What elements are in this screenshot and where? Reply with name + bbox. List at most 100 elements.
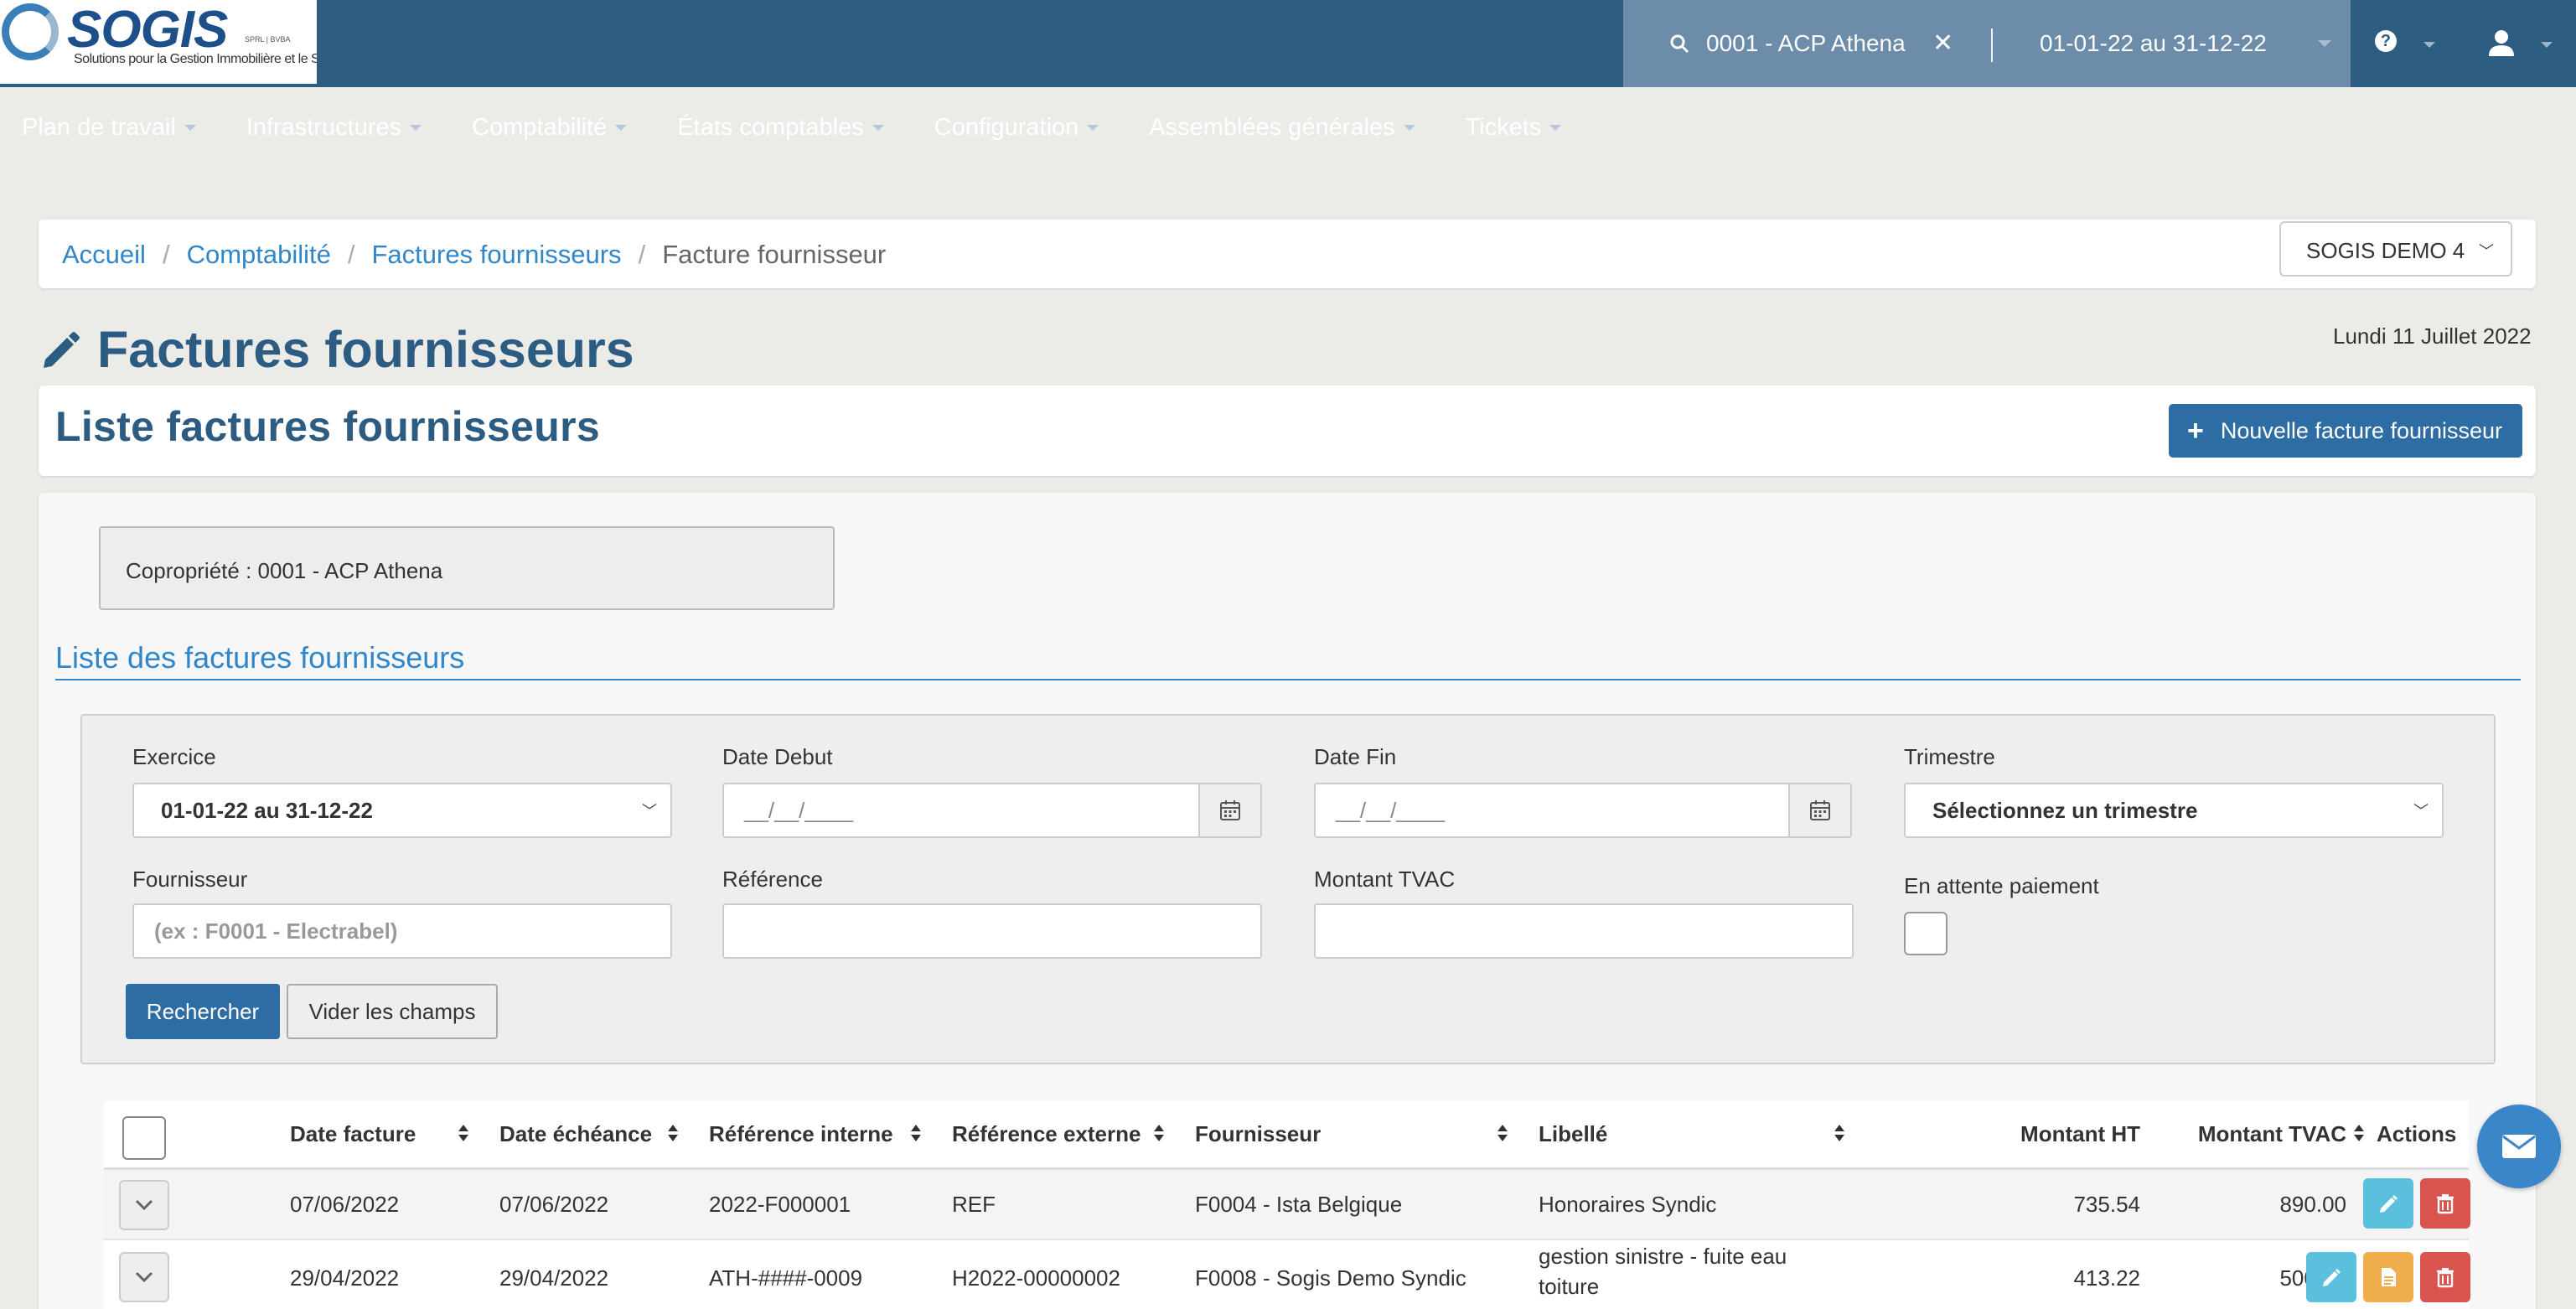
chevron-down-icon: ﹀	[642, 803, 657, 820]
chevron-down-icon	[1549, 124, 1562, 131]
plus-icon: +	[2187, 414, 2204, 447]
list-header-card: Liste factures fournisseurs + Nouvelle f…	[39, 385, 2536, 476]
new-invoice-label: Nouvelle facture fournisseur	[2220, 417, 2503, 443]
breadcrumb-factures-fournisseurs[interactable]: Factures fournisseurs	[372, 240, 622, 270]
nav-tickets[interactable]: Tickets	[1466, 102, 1562, 153]
col-libelle[interactable]: Libellé	[1539, 1121, 1607, 1147]
chevron-down-icon	[135, 1271, 153, 1283]
fournisseur-input[interactable]: (ex : F0001 - Electrabel)	[132, 903, 672, 959]
date-debut-input[interactable]: __/__/____	[722, 783, 1202, 838]
sort-icon[interactable]	[458, 1123, 469, 1143]
chevron-down-icon[interactable]	[2318, 40, 2331, 47]
trash-icon	[2437, 1194, 2454, 1214]
cell-date-echeance: 07/06/2022	[499, 1192, 609, 1217]
chevron-down-icon	[410, 124, 422, 131]
help-icon[interactable]: ?	[2375, 30, 2397, 52]
cell-ref-externe: H2022-00000002	[952, 1265, 1120, 1291]
chevron-down-icon	[1087, 124, 1099, 131]
exercice-select[interactable]: 01-01-22 au 31-12-22 ﹀	[132, 783, 672, 838]
breadcrumb: Accueil / Comptabilité / Factures fourni…	[39, 220, 2536, 288]
table-row[interactable]: 07/06/2022 07/06/2022 2022-F000001 REF F…	[104, 1170, 2470, 1240]
breadcrumb-accueil[interactable]: Accueil	[62, 240, 146, 270]
top-header: SOGIS SPRL | BVBA Solutions pour la Gest…	[0, 0, 2576, 141]
chevron-down-icon	[135, 1199, 153, 1211]
edit-button[interactable]	[2363, 1178, 2413, 1229]
trimestre-label: Trimestre	[1904, 744, 1995, 769]
date-fin-input[interactable]: __/__/____	[1314, 783, 1793, 838]
edit-button[interactable]	[2306, 1252, 2356, 1302]
user-icon[interactable]	[2487, 28, 2516, 57]
search-button[interactable]: Rechercher	[126, 984, 280, 1039]
date-debut-calendar-button[interactable]	[1198, 783, 1262, 838]
page-title: Factures fournisseurs	[97, 321, 634, 378]
section-divider	[55, 679, 2521, 680]
copropriete-selector[interactable]: 0001 - ACP Athena	[1706, 30, 1906, 57]
search-icon[interactable]	[1669, 34, 1689, 54]
cell-ref-externe: REF	[952, 1192, 996, 1217]
date-debut-label: Date Debut	[722, 744, 833, 769]
context-divider	[1991, 28, 1993, 62]
chevron-down-icon: ﹀	[2479, 243, 2494, 260]
chevron-down-icon[interactable]	[2541, 42, 2553, 48]
trash-icon	[2437, 1268, 2454, 1288]
date-fin-calendar-button[interactable]	[1788, 783, 1852, 838]
chevron-down-icon	[615, 124, 628, 131]
clear-fields-button[interactable]: Vider les champs	[287, 984, 498, 1039]
trimestre-select[interactable]: Sélectionnez un trimestre ﹀	[1904, 783, 2444, 838]
cell-libelle-line2: toiture	[1539, 1274, 1600, 1299]
sort-icon[interactable]	[1497, 1123, 1508, 1143]
main-nav: Plan de travail Infrastructures Comptabi…	[0, 102, 1590, 153]
montant-tvac-input[interactable]	[1314, 903, 1854, 959]
chevron-down-icon[interactable]	[2423, 42, 2435, 48]
reference-input[interactable]	[722, 903, 1262, 959]
envelope-icon	[2502, 1135, 2536, 1158]
chevron-down-icon: ﹀	[2413, 803, 2429, 820]
expand-row-button[interactable]	[119, 1252, 169, 1302]
nav-infrastructures[interactable]: Infrastructures	[246, 102, 422, 153]
section-title: Liste des factures fournisseurs	[55, 640, 465, 675]
col-reference-interne[interactable]: Référence interne	[709, 1121, 893, 1147]
document-button[interactable]	[2363, 1252, 2413, 1302]
nav-etats-comptables[interactable]: États comptables	[677, 102, 884, 153]
cell-date-echeance: 29/04/2022	[499, 1265, 609, 1291]
nav-assemblees-generales[interactable]: Assemblées générales	[1149, 102, 1415, 153]
expand-row-button[interactable]	[119, 1180, 169, 1230]
copropriete-info: Copropriété : 0001 - ACP Athena	[99, 526, 835, 610]
clear-copropriete-icon[interactable]: ✕	[1932, 28, 1953, 58]
col-reference-externe[interactable]: Référence externe	[952, 1121, 1141, 1147]
select-all-checkbox[interactable]	[122, 1116, 166, 1160]
period-selector[interactable]: 01-01-22 au 31-12-22	[2040, 30, 2267, 57]
sort-icon[interactable]	[910, 1123, 922, 1143]
delete-button[interactable]	[2420, 1252, 2470, 1302]
en-attente-checkbox[interactable]	[1904, 912, 1948, 955]
breadcrumb-current: Facture fournisseur	[662, 240, 887, 269]
agency-select[interactable]: SOGIS DEMO 4 ﹀	[2279, 221, 2512, 277]
calendar-icon	[1220, 800, 1240, 820]
col-montant-tvac[interactable]: Montant TVAC	[2095, 1121, 2346, 1147]
sort-icon[interactable]	[2353, 1123, 2365, 1143]
date-fin-label: Date Fin	[1314, 744, 1397, 769]
col-fournisseur[interactable]: Fournisseur	[1195, 1121, 1321, 1147]
mail-floating-button[interactable]	[2477, 1105, 2561, 1188]
page-header: Factures fournisseurs	[39, 320, 634, 379]
sort-icon[interactable]	[1834, 1123, 1845, 1143]
sort-icon[interactable]	[1153, 1123, 1165, 1143]
nav-configuration[interactable]: Configuration	[934, 102, 1099, 153]
table-row[interactable]: 29/04/2022 29/04/2022 ATH-####-0009 H202…	[104, 1240, 2470, 1309]
breadcrumb-comptabilite[interactable]: Comptabilité	[187, 240, 331, 270]
nav-comptabilite[interactable]: Comptabilité	[472, 102, 628, 153]
agency-select-value: SOGIS DEMO 4	[2306, 238, 2465, 263]
calendar-icon	[1810, 800, 1830, 820]
col-date-facture[interactable]: Date facture	[290, 1121, 416, 1147]
col-date-echeance[interactable]: Date échéance	[499, 1121, 652, 1147]
sogis-logo[interactable]: SOGIS SPRL | BVBA Solutions pour la Gest…	[0, 0, 317, 84]
pencil-icon	[2380, 1195, 2398, 1213]
sort-icon[interactable]	[667, 1123, 679, 1143]
document-icon	[2382, 1268, 2396, 1286]
new-invoice-button[interactable]: + Nouvelle facture fournisseur	[2169, 404, 2522, 458]
breadcrumb-separator: /	[638, 240, 646, 269]
cell-libelle: Honoraires Syndic	[1539, 1192, 1717, 1217]
chevron-down-icon	[1403, 124, 1415, 131]
nav-plan-de-travail[interactable]: Plan de travail	[22, 102, 196, 153]
delete-button[interactable]	[2420, 1178, 2470, 1229]
